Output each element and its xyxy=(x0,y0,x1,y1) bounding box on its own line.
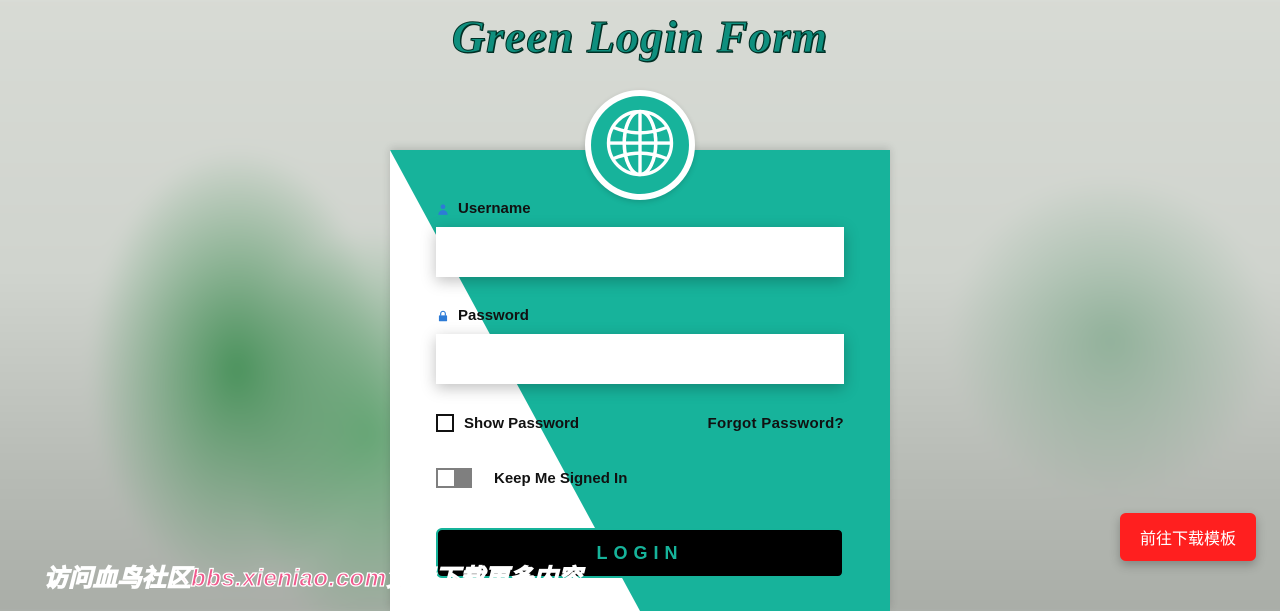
keep-signed-in-toggle[interactable] xyxy=(436,468,472,488)
checkbox-icon xyxy=(436,414,454,432)
username-label: Username xyxy=(458,200,531,217)
username-input[interactable] xyxy=(436,227,844,277)
keep-signed-in-row: Keep Me Signed In xyxy=(436,468,844,488)
password-options-row: Show Password Forgot Password? xyxy=(436,414,844,432)
password-label: Password xyxy=(458,307,529,324)
login-form: Username Password Show Password Forgot P… xyxy=(390,150,890,611)
show-password-checkbox[interactable]: Show Password xyxy=(436,414,579,432)
password-input[interactable] xyxy=(436,334,844,384)
lock-icon xyxy=(436,309,450,323)
password-label-row: Password xyxy=(436,307,844,324)
forgot-password-link[interactable]: Forgot Password? xyxy=(708,415,844,432)
toggle-knob xyxy=(438,470,454,486)
download-template-button[interactable]: 前往下载模板 xyxy=(1120,513,1256,561)
login-card: Username Password Show Password Forgot P… xyxy=(390,150,890,611)
show-password-label: Show Password xyxy=(464,415,579,432)
username-label-row: Username xyxy=(436,200,844,217)
user-icon xyxy=(436,202,450,216)
page-title: Green Login Form xyxy=(0,10,1280,63)
watermark-text: 访问血鸟社区bbs.xieniao.com免费下载更多内容 xyxy=(44,558,583,593)
keep-signed-in-label: Keep Me Signed In xyxy=(494,470,627,487)
